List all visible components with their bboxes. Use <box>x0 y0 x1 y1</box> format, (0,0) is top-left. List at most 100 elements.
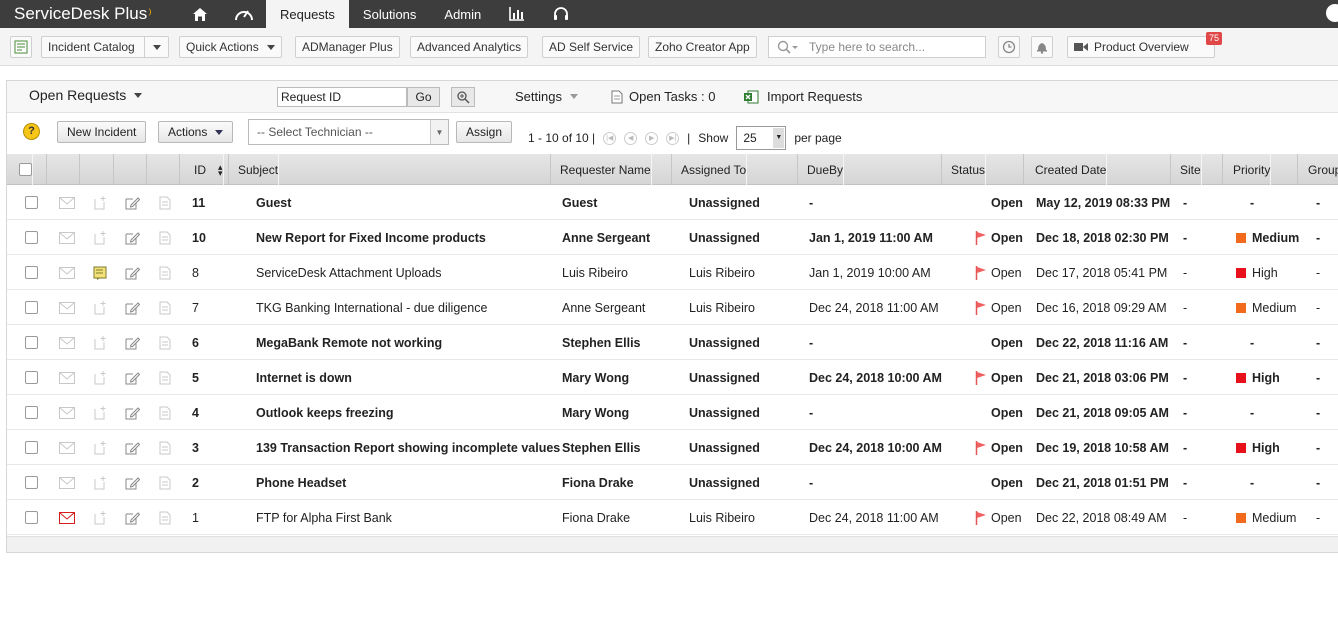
details-icon[interactable] <box>159 465 171 500</box>
add-note-icon[interactable] <box>93 185 107 220</box>
row-checkbox[interactable] <box>25 325 38 360</box>
first-page-icon[interactable]: |◀ <box>603 131 617 145</box>
reports-icon[interactable] <box>495 0 539 28</box>
add-note-icon[interactable] <box>93 465 107 500</box>
table-row[interactable]: 2 Phone Headset Fiona Drake Unassigned -… <box>7 465 1338 500</box>
row-id[interactable]: 1 <box>192 500 199 535</box>
mail-icon[interactable] <box>59 395 75 430</box>
advanced-search-icon[interactable] <box>451 87 475 107</box>
edit-icon[interactable] <box>125 255 140 290</box>
row-subject[interactable]: Phone Headset <box>256 465 346 500</box>
table-row[interactable]: 7 TKG Banking International - due dilige… <box>7 290 1338 325</box>
request-id-input[interactable]: Request ID <box>277 87 407 107</box>
table-row[interactable]: 11 Guest Guest Unassigned - Open May 12,… <box>7 185 1338 220</box>
row-id[interactable]: 3 <box>192 430 199 465</box>
add-note-icon[interactable] <box>93 325 107 360</box>
row-id[interactable]: 7 <box>192 290 199 325</box>
row-id[interactable]: 5 <box>192 360 199 395</box>
column-subject[interactable]: Subject <box>238 154 280 185</box>
notifications-bell-icon[interactable] <box>1031 36 1053 58</box>
home-icon[interactable] <box>178 0 222 28</box>
details-icon[interactable] <box>159 395 171 430</box>
edit-icon[interactable] <box>125 465 140 500</box>
edit-icon[interactable] <box>125 430 140 465</box>
user-avatar-icon[interactable] <box>1326 4 1338 22</box>
row-checkbox[interactable] <box>25 360 38 395</box>
new-incident-button[interactable]: New Incident <box>57 121 147 143</box>
details-icon[interactable] <box>159 430 171 465</box>
unread-mail-icon[interactable] <box>59 500 75 535</box>
row-id[interactable]: 4 <box>192 395 199 430</box>
row-id[interactable]: 10 <box>192 220 206 255</box>
tab-requests[interactable]: Requests <box>266 0 349 28</box>
edit-icon[interactable] <box>125 220 140 255</box>
row-subject[interactable]: 139 Transaction Report showing incomplet… <box>256 430 560 465</box>
details-icon[interactable] <box>159 220 171 255</box>
incident-catalog-dropdown[interactable] <box>144 37 168 57</box>
mail-icon[interactable] <box>59 325 75 360</box>
go-button[interactable]: Go <box>407 87 440 107</box>
row-subject[interactable]: FTP for Alpha First Bank <box>256 500 392 535</box>
mail-icon[interactable] <box>59 255 75 290</box>
column-created[interactable]: Created Date <box>1035 154 1108 185</box>
tab-admin[interactable]: Admin <box>430 0 495 28</box>
row-subject[interactable]: TKG Banking International - due diligenc… <box>256 290 487 325</box>
row-id[interactable]: 11 <box>192 185 205 220</box>
table-row[interactable]: 3 139 Transaction Report showing incompl… <box>7 430 1338 465</box>
edit-icon[interactable] <box>125 290 140 325</box>
row-checkbox[interactable] <box>25 500 38 535</box>
column-requester[interactable]: Requester Name <box>560 154 652 185</box>
next-page-icon[interactable]: ▶ <box>645 131 659 145</box>
column-id[interactable]: ID ▴ ▾ <box>194 154 224 185</box>
mail-icon[interactable] <box>59 360 75 395</box>
help-icon[interactable]: ? <box>23 123 40 140</box>
edit-icon[interactable] <box>125 325 140 360</box>
column-priority[interactable]: Priority <box>1233 154 1272 185</box>
mail-icon[interactable] <box>59 430 75 465</box>
row-id[interactable]: 2 <box>192 465 199 500</box>
row-checkbox[interactable] <box>25 395 38 430</box>
row-subject[interactable]: ServiceDesk Attachment Uploads <box>256 255 442 290</box>
zoho-creator-button[interactable]: Zoho Creator App <box>648 36 757 58</box>
details-icon[interactable] <box>159 255 171 290</box>
row-checkbox[interactable] <box>25 430 38 465</box>
app-logo[interactable]: ServiceDesk Plus ⁾ <box>0 4 178 24</box>
new-request-icon[interactable] <box>10 36 32 58</box>
global-search-input[interactable]: Type here to search... <box>768 36 986 58</box>
add-note-icon[interactable] <box>93 395 107 430</box>
add-note-icon[interactable] <box>93 220 107 255</box>
prev-page-icon[interactable]: ◀ <box>624 131 638 145</box>
mail-icon[interactable] <box>59 220 75 255</box>
dashboard-icon[interactable] <box>222 0 266 28</box>
product-overview-button[interactable]: Product Overview <box>1067 36 1215 58</box>
tab-solutions[interactable]: Solutions <box>349 0 430 28</box>
row-checkbox[interactable] <box>25 185 38 220</box>
history-clock-icon[interactable] <box>998 36 1020 58</box>
row-subject[interactable]: Outlook keeps freezing <box>256 395 394 430</box>
support-icon[interactable] <box>539 0 583 28</box>
admanager-plus-button[interactable]: ADManager Plus <box>295 36 400 58</box>
details-icon[interactable] <box>159 500 171 535</box>
per-page-select[interactable]: 25 ▼ <box>736 126 787 150</box>
details-icon[interactable] <box>159 360 171 395</box>
row-checkbox[interactable] <box>25 290 38 325</box>
select-all-checkbox[interactable] <box>19 154 33 185</box>
row-id[interactable]: 8 <box>192 255 199 290</box>
edit-icon[interactable] <box>125 500 140 535</box>
ad-self-service-button[interactable]: AD Self Service <box>542 36 641 58</box>
column-assigned[interactable]: Assigned To <box>681 154 748 185</box>
table-row[interactable]: 8 ServiceDesk Attachment Uploads Luis Ri… <box>7 255 1338 290</box>
details-icon[interactable] <box>159 325 171 360</box>
row-id[interactable]: 6 <box>192 325 199 360</box>
row-checkbox[interactable] <box>25 255 38 290</box>
incident-catalog-button[interactable]: Incident Catalog <box>41 36 169 58</box>
edit-icon[interactable] <box>125 360 140 395</box>
column-site[interactable]: Site <box>1180 154 1202 185</box>
advanced-analytics-button[interactable]: Advanced Analytics <box>410 36 529 58</box>
mail-icon[interactable] <box>59 185 75 220</box>
row-subject[interactable]: MegaBank Remote not working <box>256 325 442 360</box>
add-note-icon[interactable] <box>93 290 107 325</box>
edit-icon[interactable] <box>125 395 140 430</box>
row-subject[interactable]: Guest <box>256 185 291 220</box>
details-icon[interactable] <box>159 290 171 325</box>
